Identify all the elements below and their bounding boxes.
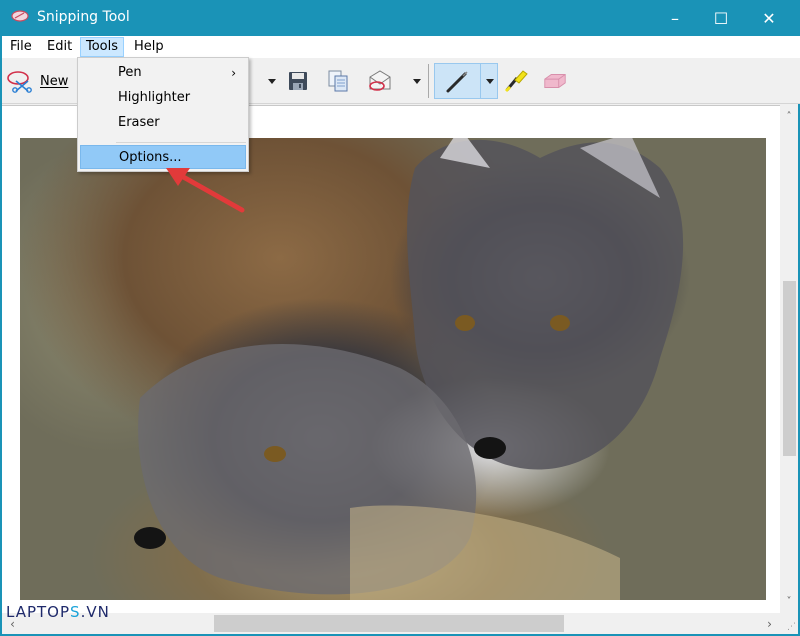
vertical-scroll-thumb[interactable]: [783, 281, 796, 456]
fox-kits-photo: [134, 138, 684, 600]
eraser-tool-button[interactable]: [542, 68, 568, 94]
menu-tools[interactable]: Tools: [80, 37, 125, 57]
save-button[interactable]: [285, 68, 311, 94]
send-dropdown-arrow[interactable]: [413, 79, 421, 84]
scroll-down-button[interactable]: ˅: [780, 593, 798, 610]
horizontal-scroll-thumb[interactable]: [214, 615, 564, 632]
watermark-tail: .VN: [80, 603, 110, 621]
captured-snip-image: Photo of two arctic fox kits cuddling: [20, 138, 766, 600]
toolbar-separator: [428, 64, 429, 98]
minimize-button[interactable]: –: [652, 0, 698, 36]
copy-button[interactable]: [325, 68, 351, 94]
snipping-tool-icon: [11, 10, 29, 22]
eraser-icon: [544, 74, 566, 88]
close-icon: ✕: [762, 8, 776, 28]
menu-item-eraser[interactable]: Eraser: [80, 111, 246, 135]
copy-icon: [328, 70, 348, 92]
submenu-arrow-icon: ›: [231, 66, 236, 80]
menu-item-pen-label: Pen: [118, 65, 142, 80]
scroll-up-button[interactable]: ˄: [780, 108, 798, 125]
watermark-main: LAPTOP: [6, 603, 71, 621]
chevron-down-icon: ˅: [786, 596, 792, 607]
mode-dropdown-arrow[interactable]: [268, 79, 276, 84]
menu-separator: [116, 142, 246, 143]
menu-file[interactable]: File: [5, 37, 37, 57]
close-button[interactable]: ✕: [746, 0, 792, 36]
pen-split-divider: [480, 64, 481, 98]
maximize-icon: ☐: [713, 8, 729, 28]
menu-item-highlighter[interactable]: Highlighter: [80, 86, 246, 110]
maximize-button[interactable]: ☐: [698, 0, 744, 36]
new-snip-button[interactable]: New: [6, 68, 68, 94]
watermark-logo: LAPTOPS.VN: [6, 603, 110, 621]
highlighter-icon: [504, 70, 528, 93]
new-snip-label: New: [40, 73, 69, 89]
vertical-scrollbar[interactable]: ˄ ˅: [780, 105, 798, 613]
tools-menu-dropdown: Pen › Highlighter Eraser Options...: [77, 57, 249, 172]
horizontal-scrollbar[interactable]: ‹ ›: [2, 613, 780, 634]
chevron-right-icon: ›: [767, 616, 772, 631]
window-title: Snipping Tool: [37, 9, 130, 25]
resize-grip[interactable]: ⋰: [780, 613, 798, 634]
save-icon: [289, 72, 307, 90]
menu-help[interactable]: Help: [129, 37, 169, 57]
watermark-accent: S: [70, 603, 81, 621]
menu-edit[interactable]: Edit: [42, 37, 77, 57]
pen-icon: [446, 71, 468, 93]
menu-bar: File Edit Tools Help: [2, 36, 800, 58]
resize-grip-icon: ⋰: [787, 622, 796, 632]
send-snip-button[interactable]: [367, 68, 393, 94]
snip-canvas: Photo of two arctic fox kits cuddling: [2, 105, 780, 613]
pen-tool-button[interactable]: [434, 63, 498, 99]
scroll-right-button[interactable]: ›: [761, 613, 778, 634]
send-email-icon: [369, 70, 391, 91]
minimize-icon: –: [671, 8, 679, 28]
title-bar: Snipping Tool – ☐ ✕: [2, 0, 800, 36]
chevron-up-icon: ˄: [786, 111, 792, 122]
scissors-new-snip-icon: [7, 71, 32, 93]
annotation-arrow-icon: [166, 168, 245, 213]
highlighter-tool-button[interactable]: [503, 68, 529, 94]
pen-dropdown-arrow[interactable]: [486, 79, 494, 84]
menu-item-pen[interactable]: Pen ›: [80, 61, 246, 85]
